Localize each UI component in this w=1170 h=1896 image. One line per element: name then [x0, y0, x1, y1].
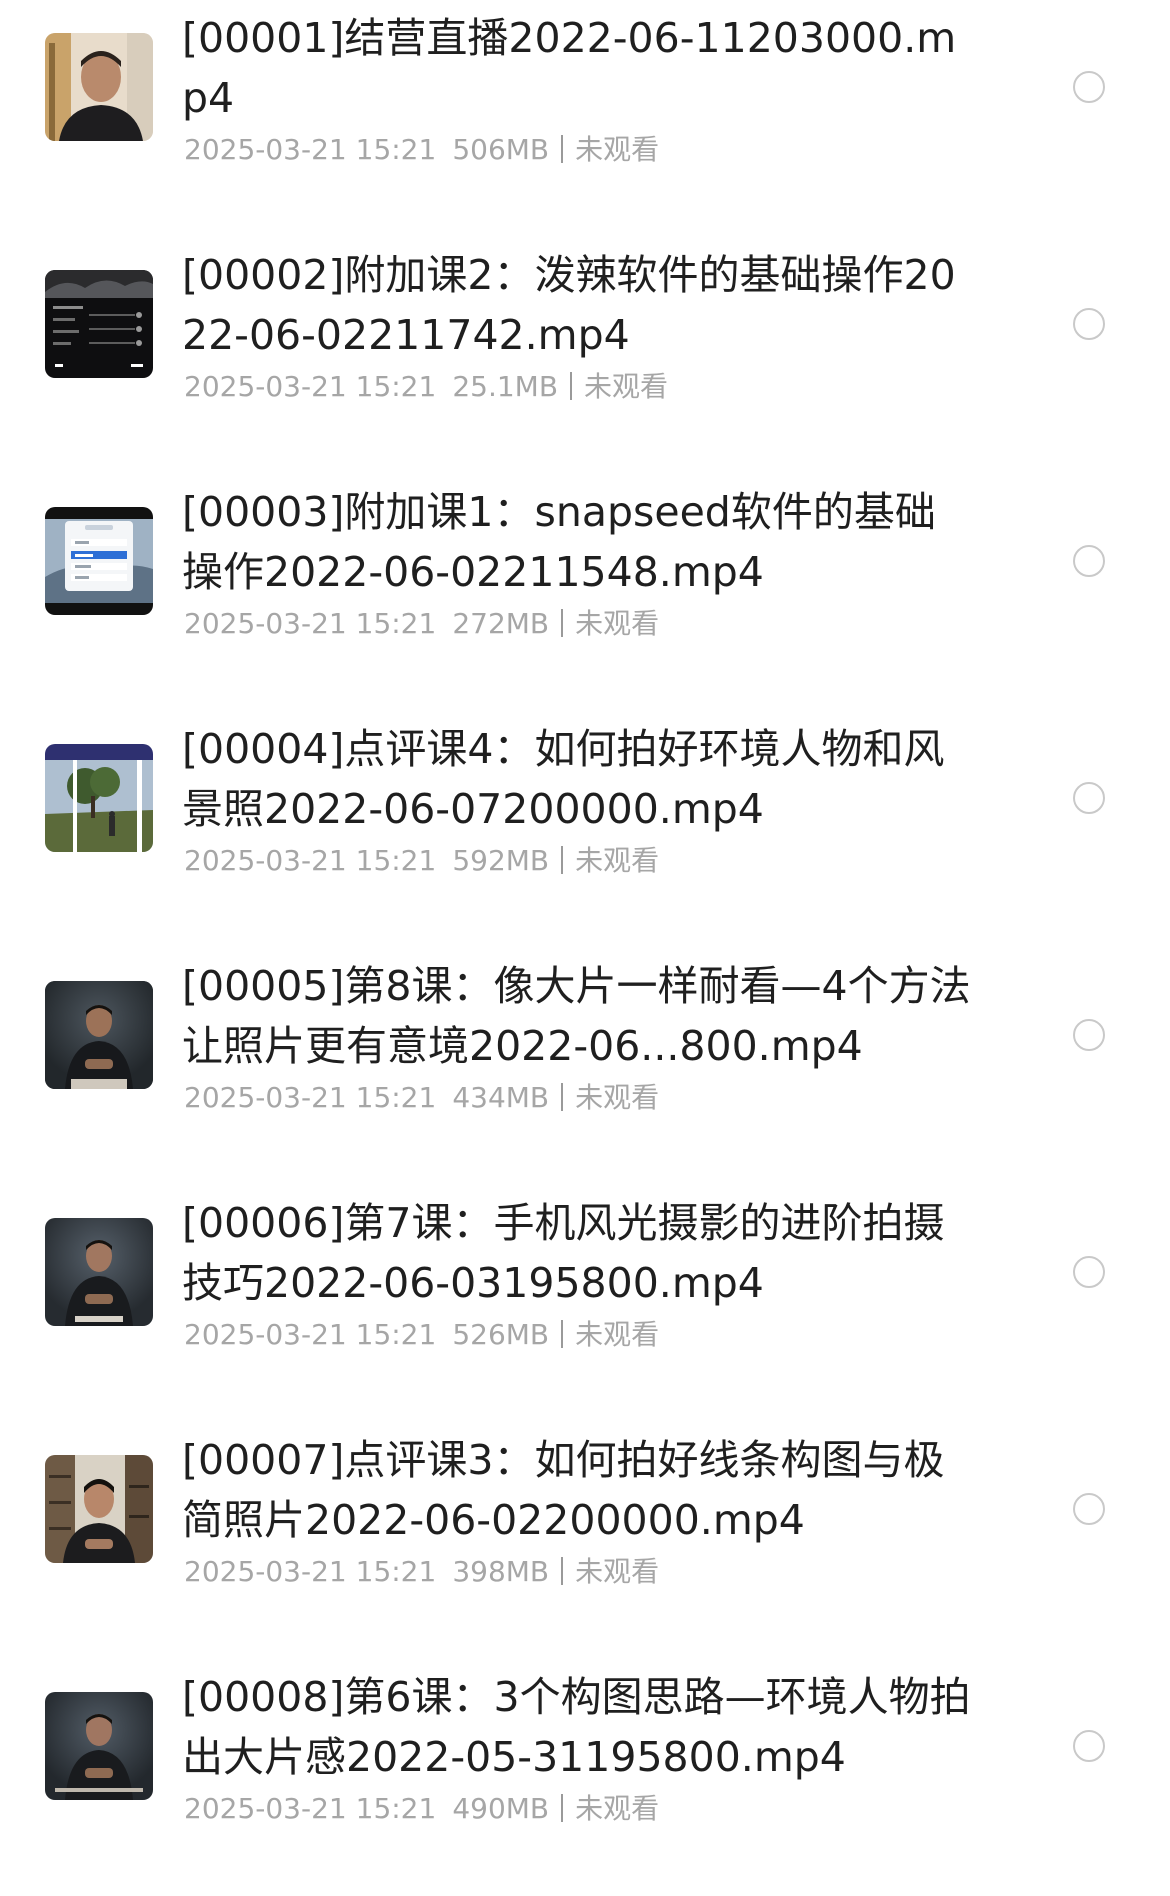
file-title: [00007]点评课3：如何拍好线条构图与极简照片2022-06-0220000…	[182, 1436, 945, 1544]
meta-divider	[561, 1794, 564, 1822]
file-size: 592MB	[452, 844, 550, 877]
list-item[interactable]: [00008]第6课：3个构图思路—环境人物拍出大片感2022-05-31195…	[0, 1659, 1170, 1896]
meta-divider	[561, 846, 564, 874]
video-thumbnail[interactable]	[45, 981, 153, 1089]
file-size: 490MB	[452, 1792, 550, 1825]
watch-status: 未观看	[584, 370, 669, 403]
watch-status: 未观看	[575, 1792, 660, 1825]
file-meta: 2025-03-21 15:21 592MB 未观看	[184, 844, 659, 878]
file-date: 2025-03-21 15:21	[184, 1792, 437, 1825]
video-thumbnail[interactable]	[45, 270, 153, 378]
file-meta: 2025-03-21 15:21 25.1MB 未观看	[184, 370, 668, 404]
watch-status: 未观看	[575, 1081, 660, 1114]
list-item[interactable]: [00004]点评课4：如何拍好环境人物和风景照2022-06-07200000…	[0, 711, 1170, 948]
file-meta: 2025-03-21 15:21 490MB 未观看	[184, 1792, 659, 1826]
file-meta: 2025-03-21 15:21 272MB 未观看	[184, 607, 659, 641]
file-title: [00003]附加课1：snapseed软件的基础操作2022-06-02211…	[182, 488, 936, 596]
list-item[interactable]: [00006]第7课：手机风光摄影的进阶拍摄技巧2022-06-03195800…	[0, 1185, 1170, 1422]
file-title: [00002]附加课2：泼辣软件的基础操作2022-06-02211742.mp…	[182, 251, 956, 359]
list-item[interactable]: [00002]附加课2：泼辣软件的基础操作2022-06-02211742.mp…	[0, 237, 1170, 474]
video-thumbnail[interactable]	[45, 1455, 153, 1563]
watch-status: 未观看	[575, 1318, 660, 1351]
list-item[interactable]: [00007]点评课3：如何拍好线条构图与极简照片2022-06-0220000…	[0, 1422, 1170, 1659]
select-radio[interactable]	[1073, 1019, 1105, 1051]
watch-status: 未观看	[575, 133, 660, 166]
file-size: 398MB	[452, 1555, 550, 1588]
file-date: 2025-03-21 15:21	[184, 844, 437, 877]
list-item[interactable]: [00001]结营直播2022-06-11203000.mp4 2025-03-…	[0, 0, 1170, 237]
video-thumbnail[interactable]	[45, 33, 153, 141]
watch-status: 未观看	[575, 607, 660, 640]
meta-divider	[561, 609, 564, 637]
meta-divider	[561, 1557, 564, 1585]
file-title: [00005]第8课：像大片一样耐看—4个方法让照片更有意境2022-06...…	[182, 962, 971, 1070]
file-date: 2025-03-21 15:21	[184, 1081, 437, 1114]
file-meta: 2025-03-21 15:21 526MB 未观看	[184, 1318, 659, 1352]
file-date: 2025-03-21 15:21	[184, 370, 437, 403]
video-thumbnail[interactable]	[45, 744, 153, 852]
file-title: [00006]第7课：手机风光摄影的进阶拍摄技巧2022-06-03195800…	[182, 1199, 945, 1307]
file-title: [00001]结营直播2022-06-11203000.mp4	[182, 14, 957, 122]
file-date: 2025-03-21 15:21	[184, 1555, 437, 1588]
file-size: 25.1MB	[452, 370, 559, 403]
video-thumbnail[interactable]	[45, 1692, 153, 1800]
file-date: 2025-03-21 15:21	[184, 607, 437, 640]
file-title: [00008]第6课：3个构图思路—环境人物拍出大片感2022-05-31195…	[182, 1673, 971, 1781]
file-size: 272MB	[452, 607, 550, 640]
select-radio[interactable]	[1073, 1256, 1105, 1288]
video-file-list: [00001]结营直播2022-06-11203000.mp4 2025-03-…	[0, 0, 1170, 1831]
file-size: 434MB	[452, 1081, 550, 1114]
select-radio[interactable]	[1073, 308, 1105, 340]
file-meta: 2025-03-21 15:21 398MB 未观看	[184, 1555, 659, 1589]
file-meta: 2025-03-21 15:21 506MB 未观看	[184, 133, 659, 167]
file-title: [00004]点评课4：如何拍好环境人物和风景照2022-06-07200000…	[182, 725, 945, 833]
list-item[interactable]: [00003]附加课1：snapseed软件的基础操作2022-06-02211…	[0, 474, 1170, 711]
meta-divider	[570, 372, 573, 400]
watch-status: 未观看	[575, 1555, 660, 1588]
watch-status: 未观看	[575, 844, 660, 877]
video-thumbnail[interactable]	[45, 507, 153, 615]
file-date: 2025-03-21 15:21	[184, 133, 437, 166]
select-radio[interactable]	[1073, 1730, 1105, 1762]
file-meta: 2025-03-21 15:21 434MB 未观看	[184, 1081, 659, 1115]
video-thumbnail[interactable]	[45, 1218, 153, 1326]
list-item[interactable]: [00005]第8课：像大片一样耐看—4个方法让照片更有意境2022-06...…	[0, 948, 1170, 1185]
file-date: 2025-03-21 15:21	[184, 1318, 437, 1351]
meta-divider	[561, 1083, 564, 1111]
meta-divider	[561, 135, 564, 163]
select-radio[interactable]	[1073, 782, 1105, 814]
select-radio[interactable]	[1073, 71, 1105, 103]
select-radio[interactable]	[1073, 545, 1105, 577]
meta-divider	[561, 1320, 564, 1348]
file-size: 506MB	[452, 133, 550, 166]
file-size: 526MB	[452, 1318, 550, 1351]
select-radio[interactable]	[1073, 1493, 1105, 1525]
